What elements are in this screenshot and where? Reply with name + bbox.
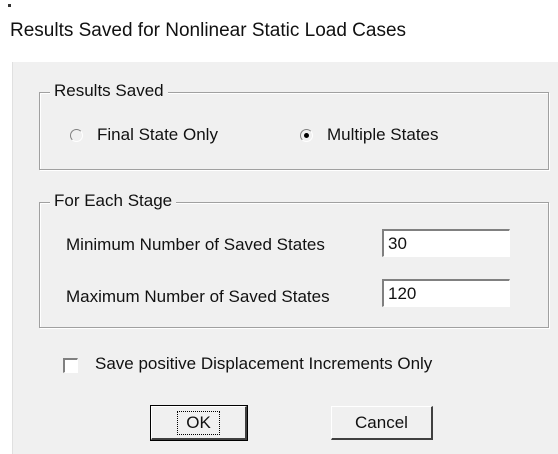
ok-button-label: OK bbox=[177, 410, 220, 435]
max-saved-states-input[interactable]: 120 bbox=[382, 279, 510, 307]
for-each-stage-legend: For Each Stage bbox=[50, 191, 177, 211]
radio-multiple-states[interactable]: Multiple States bbox=[300, 125, 439, 145]
window-icon bbox=[8, 4, 11, 7]
save-positive-increments-label[interactable]: Save positive Displacement Increments On… bbox=[95, 354, 432, 374]
results-saved-group: Results Saved Final State Only Multiple … bbox=[39, 81, 549, 170]
min-saved-states-input[interactable]: 30 bbox=[382, 229, 510, 257]
results-saved-legend: Results Saved bbox=[50, 81, 168, 101]
for-each-stage-group: For Each Stage Minimum Number of Saved S… bbox=[39, 191, 549, 328]
title-bar: Results Saved for Nonlinear Static Load … bbox=[0, 0, 558, 62]
save-positive-increments-checkbox[interactable] bbox=[63, 358, 78, 373]
dialog-body: Results Saved Final State Only Multiple … bbox=[12, 62, 558, 454]
cancel-button[interactable]: Cancel bbox=[331, 406, 433, 440]
min-saved-states-label: Minimum Number of Saved States bbox=[66, 235, 325, 254]
radio-button-unchecked[interactable] bbox=[70, 128, 83, 142]
radio-dot bbox=[304, 132, 309, 138]
radio-final-state-only[interactable]: Final State Only bbox=[70, 125, 218, 145]
dialog-title: Results Saved for Nonlinear Static Load … bbox=[10, 20, 407, 41]
radio-label: Final State Only bbox=[97, 125, 218, 144]
max-saved-states-label: Maximum Number of Saved States bbox=[66, 287, 330, 306]
ok-button[interactable]: OK bbox=[150, 405, 248, 441]
radio-button-checked[interactable] bbox=[300, 128, 313, 142]
radio-label: Multiple States bbox=[327, 125, 439, 144]
